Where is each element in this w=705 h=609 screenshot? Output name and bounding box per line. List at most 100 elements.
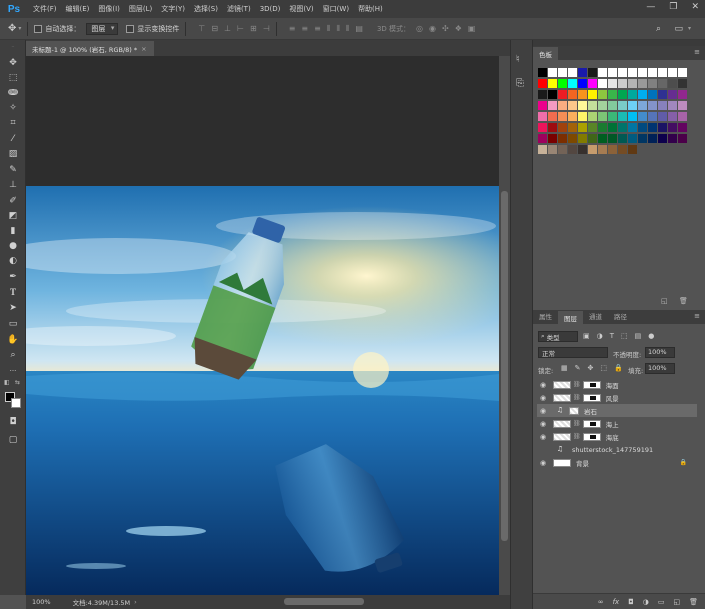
layer-row[interactable]: ◉ ⛓ 海面 [537,378,693,391]
dodge-tool-icon[interactable]: ◐ [5,255,21,267]
menu-type[interactable]: 文字(Y) [161,4,185,14]
gradient-tool-icon[interactable]: ▮ [5,225,21,237]
menu-3d[interactable]: 3D(D) [260,5,281,13]
distribute-bottom-icon[interactable]: ≡ [314,24,321,33]
layer-mask-thumbnail[interactable] [582,432,601,441]
color-swatch[interactable] [638,134,647,143]
distribute-top-icon[interactable]: ≡ [289,24,296,33]
color-swatch[interactable] [548,90,557,99]
color-swatch[interactable] [598,101,607,110]
history-brush-tool-icon[interactable]: ✐ [5,195,21,207]
menu-layer[interactable]: 图层(L) [129,4,152,14]
3d-slide-icon[interactable]: ❖ [455,24,462,33]
color-swatch[interactable] [638,90,647,99]
default-colors-icon[interactable]: ◧ [4,379,10,386]
3d-roll-icon[interactable]: ◉ [429,24,436,33]
color-swatch[interactable] [578,90,587,99]
color-swatch[interactable] [668,123,677,132]
color-swatch[interactable] [608,123,617,132]
color-swatch[interactable] [638,112,647,121]
color-swatch[interactable] [568,68,577,77]
color-swatch[interactable] [588,101,597,110]
layer-row[interactable]: ♫ shutterstock_147759191 [537,443,693,456]
visibility-eye-icon[interactable]: ◉ [537,381,549,389]
color-swatch[interactable] [558,112,567,121]
color-swatch[interactable] [658,123,667,132]
color-swatch[interactable] [658,101,667,110]
color-swatch[interactable] [568,123,577,132]
color-swatch[interactable] [548,101,557,110]
menu-view[interactable]: 视图(V) [289,4,313,14]
color-swatch[interactable] [618,112,627,121]
align-middle-icon[interactable]: ⊟ [211,24,218,33]
swap-colors-icon[interactable]: ⇆ [15,379,20,386]
color-swatch[interactable] [578,134,587,143]
3d-scale-icon[interactable]: ▣ [468,24,476,33]
visibility-eye-icon[interactable]: ◉ [537,420,549,428]
color-swatch[interactable] [628,90,637,99]
color-swatch[interactable] [598,90,607,99]
layer-row[interactable]: ◉ 背景 🔒 [537,456,693,469]
color-swatch[interactable] [598,68,607,77]
color-swatch[interactable] [578,68,587,77]
color-swatch[interactable] [588,145,597,154]
color-swatch[interactable] [628,112,637,121]
color-swatch[interactable] [638,123,647,132]
color-swatch[interactable] [538,79,547,88]
tool-preset-chevron-icon[interactable]: ▾ [18,25,21,32]
new-layer-icon[interactable]: ◱ [673,598,680,606]
color-swatch[interactable] [538,145,547,154]
trash-icon[interactable]: 🗑 [679,297,688,305]
type-tool-icon[interactable]: T [5,286,21,298]
color-swatch[interactable] [618,123,627,132]
properties-icon[interactable]: ⎘ [516,78,524,89]
healing-brush-tool-icon[interactable]: ▨ [5,148,21,160]
color-swatch[interactable] [658,68,667,77]
color-swatch[interactable] [648,123,657,132]
mask-link-icon[interactable]: ⛓ [573,394,581,401]
distribute-center-icon[interactable]: ⦀ [336,24,340,34]
color-swatch[interactable] [648,68,657,77]
tab-layers[interactable]: 图层 [558,311,583,324]
visibility-eye-icon[interactable]: ◉ [537,407,549,415]
color-swatch[interactable] [588,79,597,88]
hand-tool-icon[interactable]: ✋ [5,334,21,346]
visibility-eye-icon[interactable]: ◉ [537,459,549,467]
color-swatch[interactable] [678,123,687,132]
trash-icon[interactable]: 🗑 [689,598,698,606]
brush-tool-icon[interactable]: ✎ [5,164,21,176]
quick-mask-icon[interactable]: ◘ [5,416,21,428]
color-swatch[interactable] [538,123,547,132]
color-swatch[interactable] [648,79,657,88]
close-button[interactable]: ✕ [691,2,699,12]
eyedropper-tool-icon[interactable]: ⁄ [5,133,21,145]
color-swatch[interactable] [588,123,597,132]
color-swatch[interactable] [588,112,597,121]
color-swatch[interactable] [658,134,667,143]
panel-menu-icon[interactable]: ≡ [694,312,700,320]
color-swatch[interactable] [598,79,607,88]
maximize-button[interactable]: ❐ [669,2,677,12]
color-swatch[interactable] [558,68,567,77]
color-swatch[interactable] [678,101,687,110]
photoshop-logo[interactable]: Ps [4,2,24,16]
panel-menu-icon[interactable]: ≡ [694,48,700,56]
distribute-right-icon[interactable]: ⦀ [346,24,350,34]
color-swatch[interactable] [628,145,637,154]
color-swatch[interactable] [568,90,577,99]
layer-row[interactable]: ◉ ⛓ 风景 [537,391,693,404]
color-swatch[interactable] [538,134,547,143]
color-swatch[interactable] [598,134,607,143]
filter-type-icon[interactable]: T [610,332,614,340]
color-swatch[interactable] [558,145,567,154]
filter-smart-object-icon[interactable]: ▤ [635,332,642,340]
adjustment-icon[interactable]: ◑ [643,598,649,606]
layer-mask-thumbnail[interactable] [582,380,601,389]
color-swatch[interactable] [628,101,637,110]
align-top-icon[interactable]: ⊤ [198,24,205,33]
color-swatch[interactable] [578,101,587,110]
color-swatch[interactable] [548,145,557,154]
layer-row[interactable]: ◉ ♫ 岩石 [537,404,697,417]
color-swatch[interactable] [538,90,547,99]
color-swatch[interactable] [568,112,577,121]
